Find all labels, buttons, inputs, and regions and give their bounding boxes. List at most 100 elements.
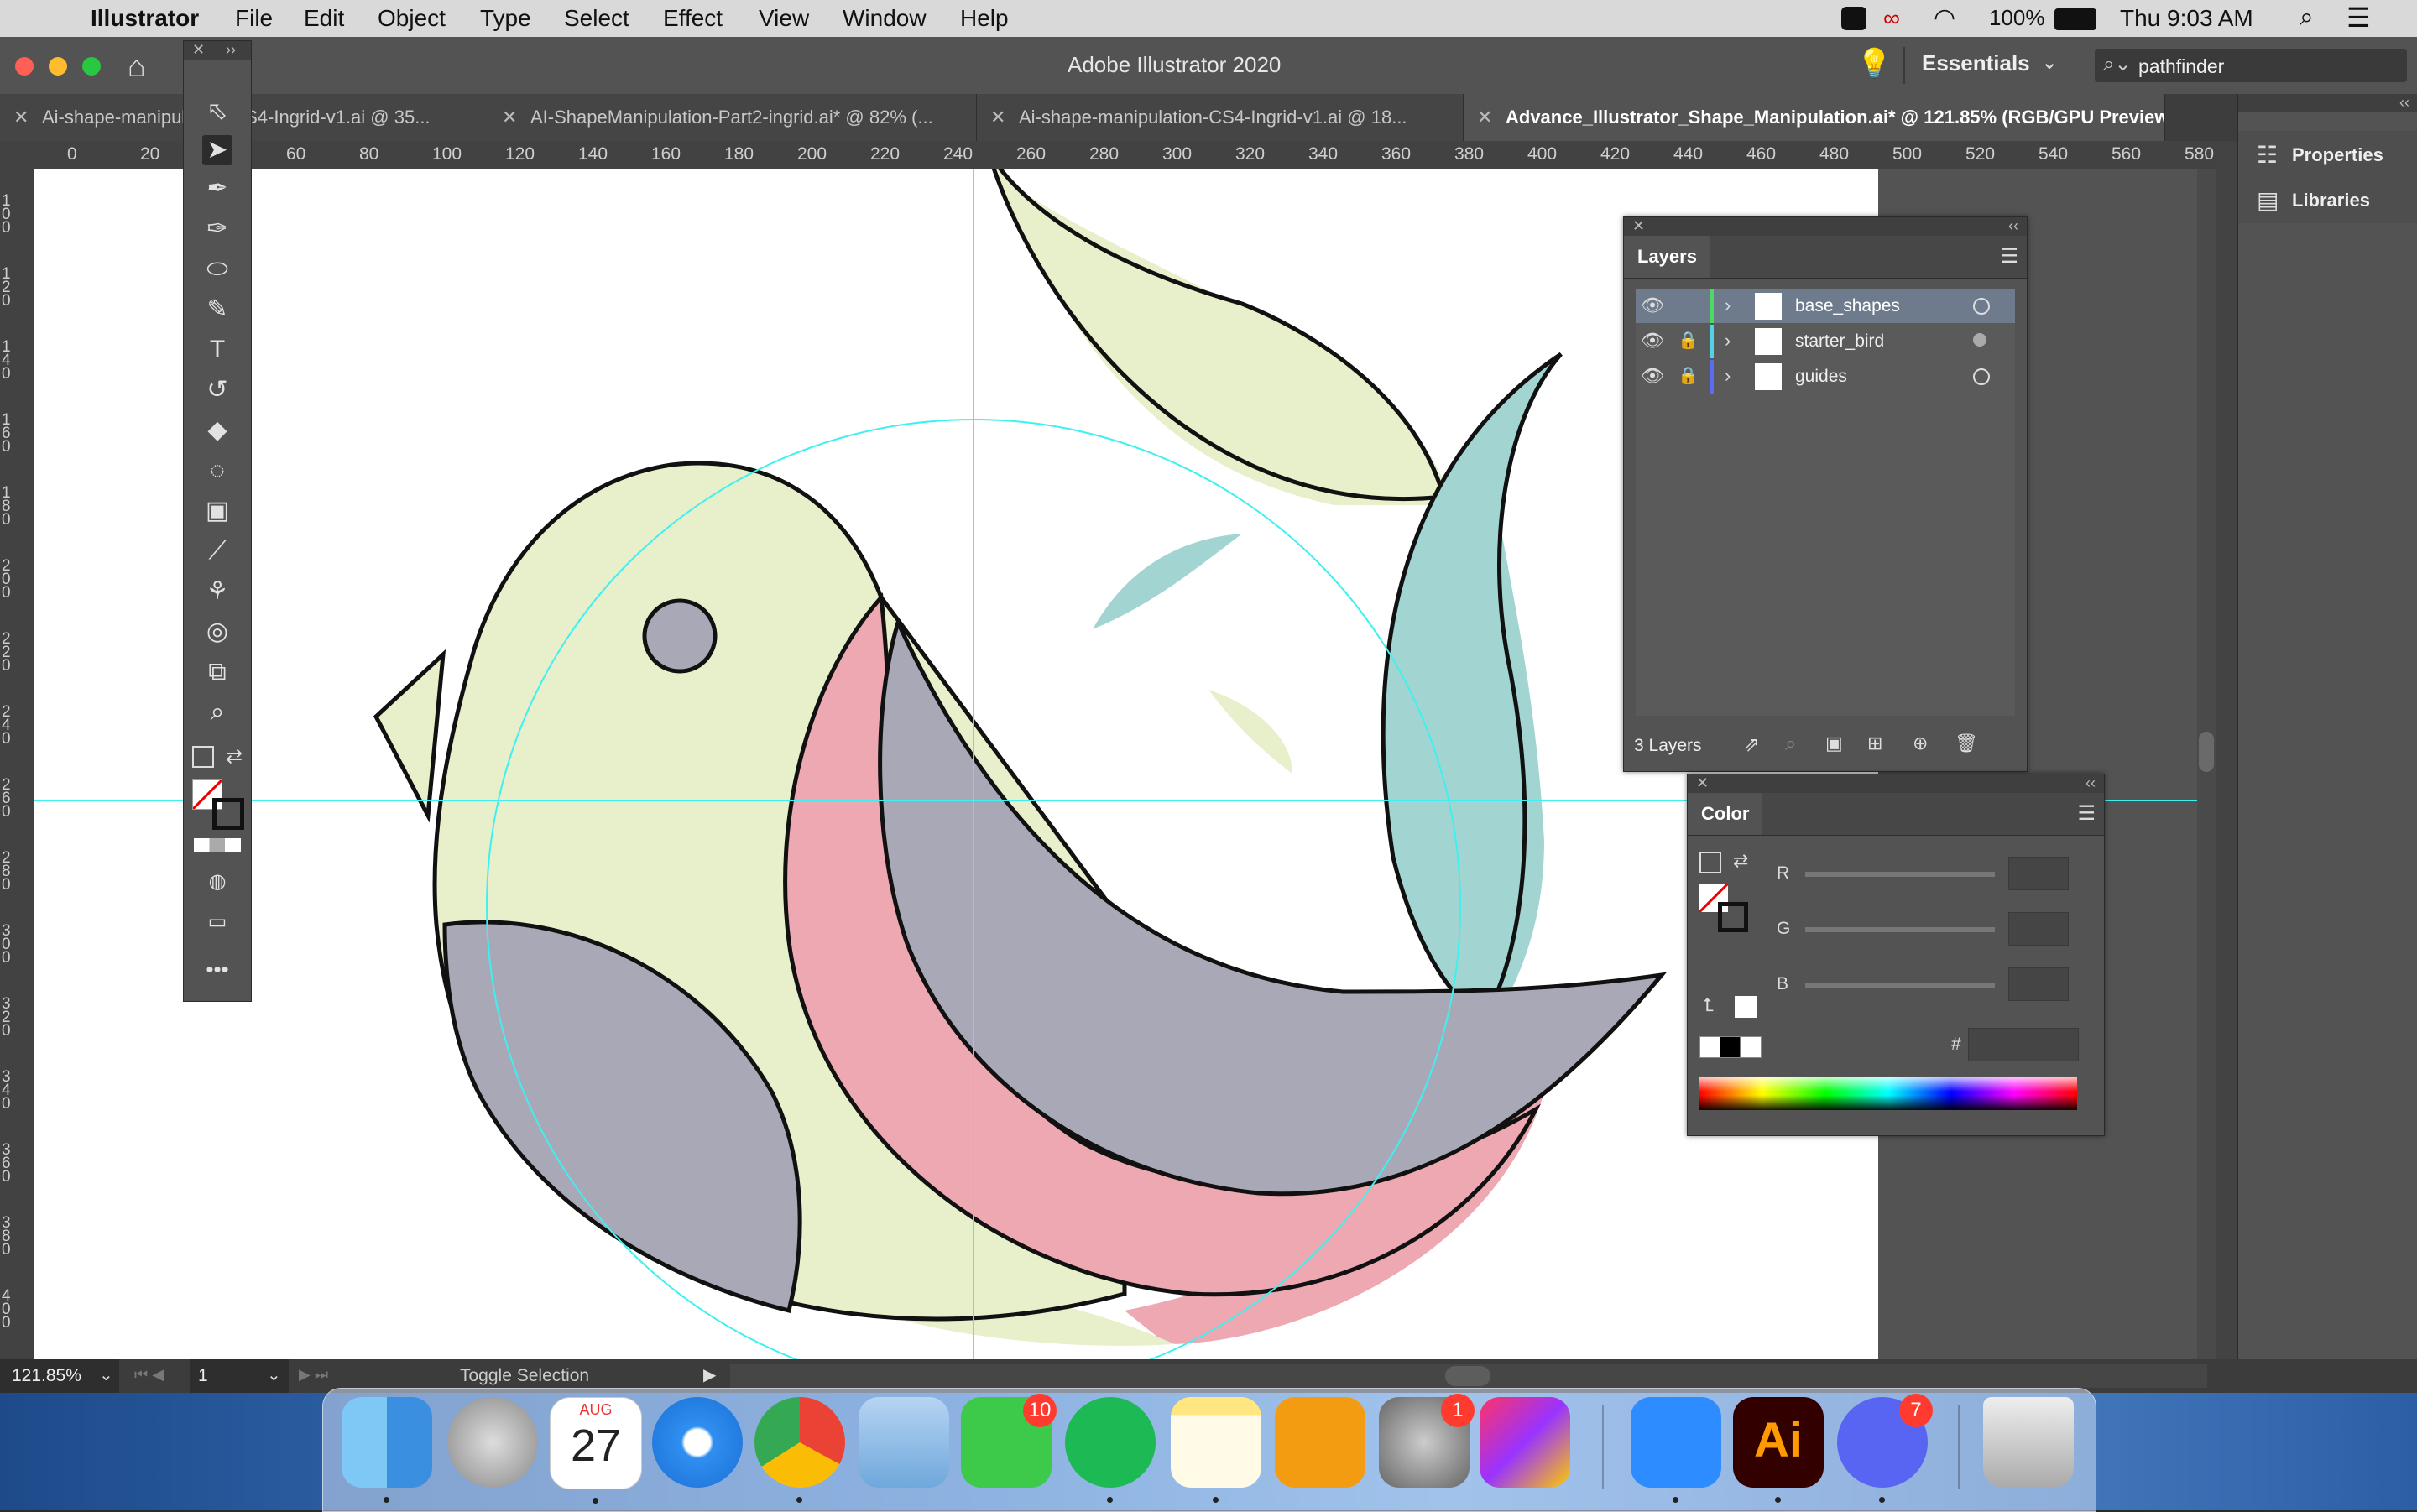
zoom-tool-icon[interactable]: ⌕ [202,697,232,727]
current-tool-status[interactable]: Toggle Selection [460,1366,589,1386]
b-value-input[interactable] [2008,967,2069,1001]
search-input[interactable]: pathfinder [2138,55,2224,78]
discord-icon[interactable]: 7 [1837,1394,1933,1503]
visibility-eye-icon[interactable]: 👁 [1641,365,1664,387]
curvature-tool-icon[interactable]: ✑ [202,214,232,244]
panel-menu-icon[interactable]: ☰ [2000,244,2018,269]
menu-object[interactable]: Object [378,5,446,32]
vertical-scrollbar[interactable] [2197,169,2216,1359]
chevron-down-icon[interactable]: ⌄ [99,1364,113,1385]
lock-icon[interactable]: 🔒 [1678,330,1699,351]
discover-lightbulb-icon[interactable]: 💡 [1856,47,1892,81]
shape-builder-tool-icon[interactable]: ◎ [202,617,232,647]
delete-layer-icon[interactable]: 🗑 [1955,733,1978,754]
pencil-tool-icon[interactable]: ✎ [202,295,232,325]
b-slider[interactable] [1805,983,1995,988]
default-fill-stroke-icon[interactable] [192,746,214,768]
color-panel-topbar[interactable]: ✕ ‹‹ [1688,774,2104,793]
horizontal-scrollbar[interactable] [730,1364,2207,1388]
home-icon[interactable]: ⌂ [128,49,146,84]
close-tab-icon[interactable]: ✕ [1477,94,1492,141]
expand-chevron-icon[interactable]: › [1725,330,1731,352]
menu-edit[interactable]: Edit [304,5,344,32]
artboard-tool-icon[interactable]: ⧉ [202,657,232,687]
collapse-icon[interactable]: ‹‹ [2008,217,2018,235]
horizontal-scroll-thumb[interactable] [1445,1366,1490,1386]
finder-icon[interactable] [342,1397,432,1503]
visibility-eye-icon[interactable]: 👁 [1641,295,1664,316]
trash-icon[interactable] [1983,1397,2074,1488]
mail-icon[interactable] [859,1397,949,1488]
clipping-mask-icon[interactable]: ▣ [1825,733,1843,754]
screen-mode-icon[interactable]: ▭ [202,907,232,937]
more-tools-icon[interactable]: ••• [202,954,232,984]
vertical-scroll-thumb[interactable] [2199,732,2214,772]
wifi-icon[interactable]: ◠ [1934,3,1955,33]
eraser-tool-icon[interactable]: ◆ [202,415,232,446]
target-circle-icon[interactable] [1973,333,1986,347]
puppet-warp-tool-icon[interactable]: ⚘ [202,576,232,607]
ruler-origin[interactable] [0,141,34,169]
stroke-swatch[interactable] [212,798,244,830]
notification-center-icon[interactable]: ☰ [2347,2,2371,34]
type-tool-icon[interactable]: T [202,335,232,365]
target-circle-icon[interactable] [1973,298,1990,315]
menu-select[interactable]: Select [564,5,629,32]
default-fill-stroke-icon[interactable] [1699,852,1721,873]
color-mode-buttons[interactable] [194,838,241,852]
pages-icon[interactable] [1275,1397,1365,1488]
web-safe-swatch[interactable] [1735,996,1757,1018]
screen-record-icon[interactable] [1841,7,1866,30]
app-menu[interactable]: Illustrator [91,5,199,32]
chevron-down-icon[interactable]: ⌄ [2041,50,2058,75]
zoom-level[interactable]: 121.85% [12,1366,81,1386]
tools-panel-header[interactable]: ✕ ›› [184,41,251,60]
document-tab[interactable]: ✕ Ai-shape-manipulation-CS4-Ingrid-v1.ai … [977,94,1464,141]
ellipse-tool-icon[interactable]: ⬭ [202,254,232,284]
window-zoom-button[interactable] [82,57,101,76]
close-tab-icon[interactable]: ✕ [990,94,1005,141]
menubar-clock[interactable]: Thu 9:03 AM [2120,5,2253,32]
none-black-white-swatches[interactable] [1699,1036,1762,1058]
layer-row[interactable]: 👁 › base_shapes [1636,289,2015,323]
target-circle-icon[interactable] [1973,368,1990,385]
vertical-ruler[interactable]: 100 120 140 160 180 200 220 240 260 280 300 320 340 3… [0,169,34,1359]
rotate-tool-icon[interactable]: ↺ [202,375,232,405]
swap-fill-stroke-icon[interactable]: ⇄ [1733,850,1748,872]
artboard-number[interactable]: 1 [198,1366,208,1386]
export-icon[interactable]: ⇗ [1743,733,1760,757]
tab-color[interactable]: Color [1688,793,1763,835]
properties-icon[interactable]: ☷ [2257,141,2278,169]
color-spectrum-bar[interactable] [1699,1077,2077,1110]
first-artboard-icon[interactable]: ⏮ ◀ [134,1366,164,1384]
tab-layers[interactable]: Layers [1624,236,1710,278]
document-tab[interactable]: ✕ AI-ShapeManipulation-Part2-ingrid.ai* @… [488,94,977,141]
close-icon[interactable]: ✕ [192,41,205,59]
g-value-input[interactable] [2008,912,2069,946]
draw-mode-icon[interactable]: ◍ [202,867,232,897]
selection-tool-icon[interactable]: ➤ [202,135,232,165]
chevron-down-icon[interactable]: ⌄ [267,1364,281,1385]
system-preferences-icon[interactable]: 1 [1379,1394,1475,1488]
layers-panel-topbar[interactable]: ✕ ‹‹ [1624,217,2027,236]
collapse-icon[interactable]: ‹‹ [2086,774,2096,792]
panel-menu-icon[interactable]: ☰ [2077,801,2096,826]
lock-icon[interactable]: 🔒 [1678,365,1699,386]
r-value-input[interactable] [2008,857,2069,890]
lasso-tool-icon[interactable]: ◌ [202,456,232,486]
creative-cloud-status-icon[interactable]: ∞ [1883,5,1900,32]
layer-row[interactable]: 👁 🔒 › guides [1636,360,2015,394]
gradient-tool-icon[interactable]: ▣ [202,496,232,526]
stroke-swatch[interactable] [1718,902,1748,932]
document-tab-active[interactable]: ✕ Advance_Illustrator_Shape_Manipulation.… [1464,94,2165,141]
menu-window[interactable]: Window [843,5,927,32]
swap-fill-stroke-icon[interactable]: ⇄ [226,744,243,769]
last-artboard-icon[interactable]: ▶ ⏭ [299,1366,328,1384]
menu-view[interactable]: View [759,5,809,32]
dock-topbar[interactable]: ‹‹ [2238,94,2417,112]
eyedropper-tool-icon[interactable]: ⟋ [202,536,232,566]
calendar-icon[interactable]: AUG 27 [550,1397,642,1504]
out-of-gamut-icon[interactable]: ⮤ [1703,994,1714,1016]
horizontal-ruler[interactable]: 0204060801001201401601802002202402602803… [34,141,2216,170]
close-icon[interactable]: ✕ [1696,774,1709,792]
